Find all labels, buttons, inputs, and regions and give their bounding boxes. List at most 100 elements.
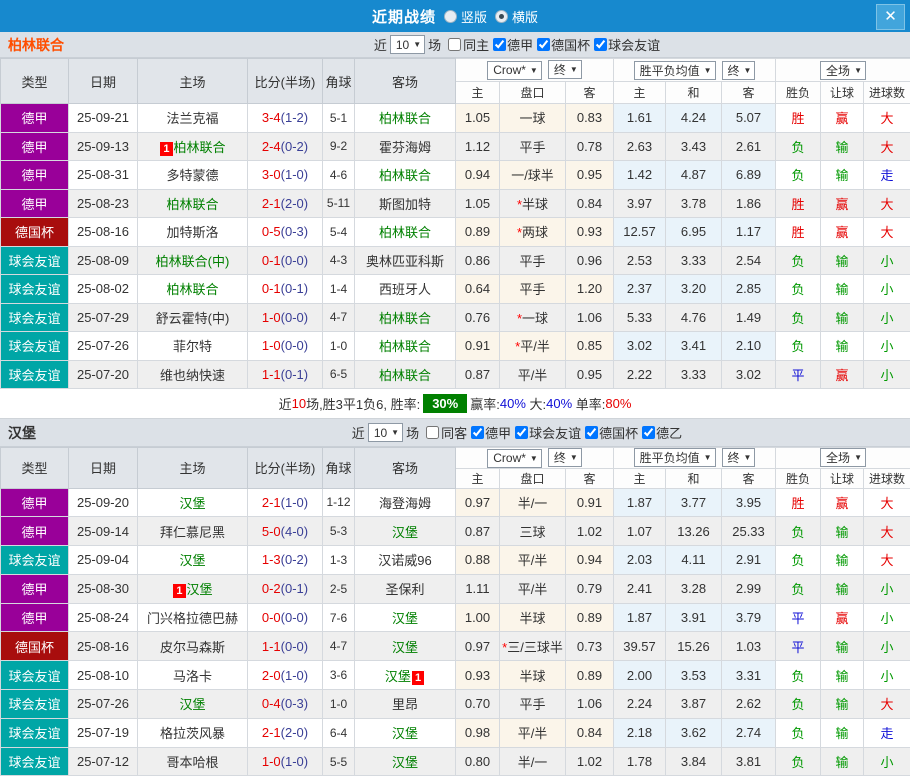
away-team-name[interactable]: 柏林联合 [379,368,431,383]
vertical-layout-label[interactable]: 竖版 [461,7,487,26]
result-goals-cell: 小 [864,332,910,361]
home-team-name[interactable]: 柏林联合 [174,140,226,155]
result-handicap-cell: 输 [821,632,864,661]
home-team-name[interactable]: 菲尔特 [173,339,212,354]
home-team-name[interactable]: 多特蒙德 [166,168,218,183]
match-count-select[interactable]: 10 [368,423,403,442]
home-team-name[interactable]: 汉堡 [179,496,205,511]
avg-dropdown[interactable]: 胜平负均值 [634,448,716,467]
odds-group-header: Crow* 终 [456,448,614,469]
home-team-name[interactable]: 柏林联合(中) [156,254,230,269]
league-filter-德乙[interactable]: 德乙 [638,423,682,442]
handicap-cell: 平手 [500,132,566,161]
away-team-name[interactable]: 柏林联合 [379,311,431,326]
avg-draw-cell: 3.43 [666,132,722,161]
league-cell: 德甲 [1,104,69,133]
home-team-name[interactable]: 汉堡 [179,697,205,712]
away-team-name[interactable]: 霍芬海姆 [379,140,431,155]
avg-away-cell: 2.61 [722,132,776,161]
away-team-name[interactable]: 汉堡 [385,669,411,684]
away-team-name[interactable]: 柏林联合 [379,225,431,240]
same-home-checkbox[interactable] [448,38,461,51]
home-team-name[interactable]: 马洛卡 [173,669,212,684]
away-team-name[interactable]: 柏林联合 [379,168,431,183]
home-team-name[interactable]: 门兴格拉德巴赫 [147,611,238,626]
league-filter-德甲[interactable]: 德甲 [467,423,511,442]
away-team-name[interactable]: 汉堡 [392,726,418,741]
match-row: 德甲25-08-24门兴格拉德巴赫0-0(0-0)7-6汉堡1.00半球0.89… [1,603,910,632]
away-team-name[interactable]: 汉诺威96 [378,553,431,568]
horizontal-layout-label[interactable]: 横版 [512,7,538,26]
home-team-name[interactable]: 加特斯洛 [166,225,218,240]
league-checkbox[interactable] [471,426,484,439]
away-team-name[interactable]: 汉堡 [392,611,418,626]
away-team-name[interactable]: 柏林联合 [379,111,431,126]
avg-final-dropdown[interactable]: 终 [722,61,756,80]
date-cell: 25-09-13 [69,132,138,161]
odds-away-cell: 0.89 [566,661,614,690]
same-home-label[interactable]: 同主 [463,35,489,54]
league-filter-德甲[interactable]: 德甲 [489,35,533,54]
odds-company-dropdown[interactable]: Crow* [487,61,542,80]
league-checkbox[interactable] [537,38,550,51]
home-team-name[interactable]: 皮尔马森斯 [160,640,225,655]
home-team-name[interactable]: 拜仁慕尼黑 [160,525,225,540]
match-count-select[interactable]: 10 [390,35,425,54]
avg-dropdown[interactable]: 胜平负均值 [634,61,716,80]
odds-final-dropdown[interactable]: 终 [548,60,582,79]
vertical-layout-radio[interactable] [444,10,457,23]
league-filter-德国杯[interactable]: 德国杯 [533,35,590,54]
result-handicap-cell: 输 [821,132,864,161]
avg-draw-cell: 3.20 [666,275,722,304]
home-team-name[interactable]: 柏林联合 [166,197,218,212]
league-checkbox[interactable] [594,38,607,51]
avg-away-cell: 1.49 [722,303,776,332]
odds-final-dropdown[interactable]: 终 [548,448,582,467]
away-team-name[interactable]: 海登海姆 [379,496,431,511]
home-team-name[interactable]: 汉堡 [187,582,213,597]
summary-text: 场,胜3平1负6, 胜率: [306,394,420,413]
league-checkbox[interactable] [515,426,528,439]
horizontal-layout-radio[interactable] [495,10,508,23]
away-team-name[interactable]: 西班牙人 [379,282,431,297]
home-team-name[interactable]: 舒云霍特(中) [156,311,230,326]
halftime-score: (0-0) [281,610,308,625]
close-icon[interactable]: ✕ [876,4,905,30]
league-filter-球会友谊[interactable]: 球会友谊 [511,423,581,442]
result-goals-cell: 走 [864,161,910,190]
home-team-name[interactable]: 格拉茨风暴 [160,726,225,741]
avg-final-dropdown[interactable]: 终 [722,448,756,467]
away-team-name[interactable]: 奥林匹亚科斯 [366,254,444,269]
match-row: 球会友谊25-07-26汉堡0-4(0-3)1-0里昂0.70平手1.062.2… [1,690,910,719]
league-checkbox[interactable] [642,426,655,439]
odds-company-dropdown[interactable]: Crow* [487,449,542,468]
away-team-name[interactable]: 汉堡 [392,640,418,655]
home-team-name[interactable]: 柏林联合 [166,282,218,297]
result-wdl-cell: 负 [776,132,821,161]
league-filter-球会友谊[interactable]: 球会友谊 [590,35,660,54]
away-team-cell: 柏林联合 [355,104,456,133]
same-away-label[interactable]: 同客 [441,423,467,442]
sub-odds-home: 主 [456,468,500,488]
away-team-name[interactable]: 汉堡 [392,525,418,540]
league-checkbox[interactable] [493,38,506,51]
col-away: 客场 [355,59,456,104]
away-team-name[interactable]: 斯图加特 [379,197,431,212]
league-filter-德国杯[interactable]: 德国杯 [581,423,638,442]
sub-avg-away: 客 [722,468,776,488]
away-team-name[interactable]: 里昂 [392,697,418,712]
result-goals-cell: 小 [864,661,910,690]
league-checkbox[interactable] [585,426,598,439]
home-team-name[interactable]: 法兰克福 [166,111,218,126]
same-away-checkbox[interactable] [426,426,439,439]
scope-dropdown[interactable]: 全场 [820,448,866,467]
home-team-name[interactable]: 维也纳快速 [160,368,225,383]
away-team-name[interactable]: 圣保利 [385,582,424,597]
away-team-name[interactable]: 汉堡 [392,755,418,770]
home-team-name[interactable]: 汉堡 [179,553,205,568]
away-team-name[interactable]: 柏林联合 [379,339,431,354]
corner-cell: 3-6 [323,661,355,690]
home-team-name[interactable]: 哥本哈根 [166,755,218,770]
scope-dropdown[interactable]: 全场 [820,61,866,80]
halftime-score: (1-0) [281,754,308,769]
